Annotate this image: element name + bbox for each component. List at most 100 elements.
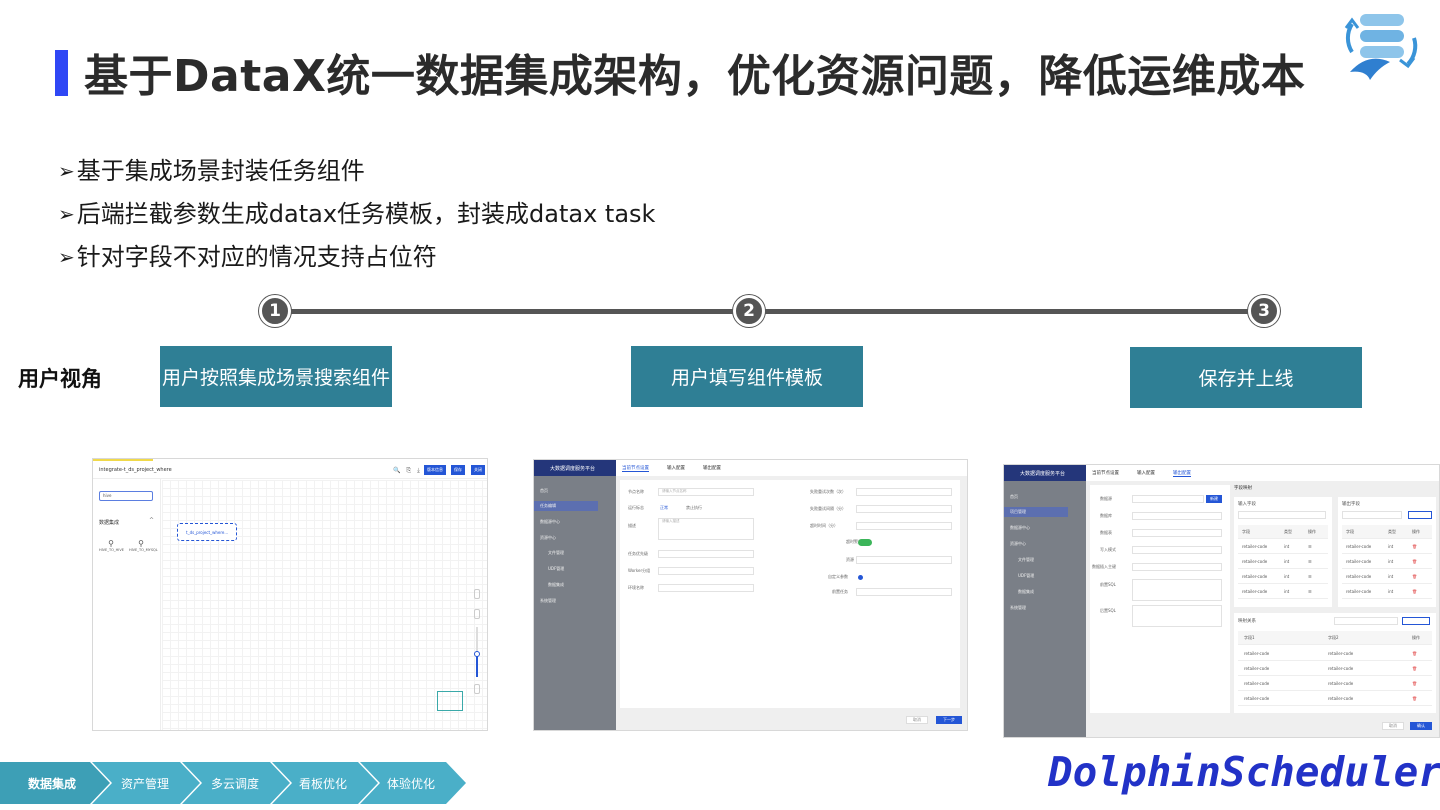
delete-icon[interactable]: 🗑 [1412, 651, 1417, 656]
component-hive-to-hive[interactable]: ⚲ HIVE_TO_HIVE [99, 539, 124, 552]
tab-input-config[interactable]: 输入配置 [1137, 470, 1155, 476]
delete-icon[interactable]: 🗑 [1412, 574, 1417, 579]
table-row[interactable]: retailer-code int 🗑 [1342, 540, 1432, 554]
timeout-warning-toggle[interactable] [858, 539, 872, 546]
worker-group-select[interactable] [658, 567, 754, 575]
new-datasource-button[interactable]: 新建 [1206, 495, 1222, 503]
drag-handle-icon[interactable]: ☰ [1308, 559, 1312, 564]
next-button[interactable]: 下一步 [936, 716, 962, 724]
nav-item-experience[interactable]: 体验优化 [368, 762, 454, 804]
sidebar-item[interactable]: UDF管理 [1018, 572, 1034, 580]
sidebar-item[interactable]: 系统管理 [540, 597, 556, 605]
mapping-mode-select[interactable] [1402, 617, 1430, 625]
zoom-reset-button[interactable] [474, 609, 480, 619]
nav-item-multi-cloud[interactable]: 多云调度 [192, 762, 278, 804]
component-icon: ⚲ [138, 539, 144, 548]
table-row[interactable]: retailer-code retailer-code 🗑 [1238, 662, 1432, 676]
close-button[interactable]: 关闭 [471, 465, 485, 475]
table-row[interactable]: retailer-code int ☰ [1238, 570, 1328, 584]
search-input[interactable]: hive [99, 491, 153, 501]
minimap[interactable] [437, 691, 463, 711]
priority-select[interactable] [658, 550, 754, 558]
datasource-select[interactable] [1132, 495, 1204, 503]
table-select[interactable] [1132, 529, 1222, 537]
user-view-label: 用户视角 [18, 367, 102, 391]
nav-item-asset-management[interactable]: 资产管理 [102, 762, 188, 804]
delete-icon[interactable]: 🗑 [1412, 696, 1417, 701]
tab-input-config[interactable]: 输入配置 [667, 465, 685, 471]
confirm-button[interactable]: 确认 [1410, 722, 1432, 730]
sidebar-item[interactable]: 数据集成 [548, 581, 564, 589]
zoom-slider[interactable] [474, 627, 480, 677]
workflow-node[interactable]: t_ds_project_where... [177, 523, 237, 541]
run-option-forbid[interactable]: 禁止执行 [686, 504, 702, 512]
sidebar-item[interactable]: 资源中心 [540, 534, 556, 542]
database-select[interactable] [1132, 512, 1222, 520]
form-label: 数据表 [1100, 530, 1112, 535]
sidebar-item[interactable]: 首页 [540, 487, 548, 495]
zoom-out-button[interactable] [474, 684, 480, 694]
sidebar-item[interactable]: 项目管理 [1010, 508, 1026, 516]
drag-handle-icon[interactable]: ☰ [1308, 544, 1312, 549]
table-row[interactable]: retailer-code int ☰ [1238, 585, 1328, 599]
sidebar-item[interactable]: 数据源中心 [1010, 524, 1030, 532]
nav-item-data-integration[interactable]: 数据集成 [10, 762, 94, 804]
retry-interval-input[interactable] [856, 505, 952, 513]
post-sql-input[interactable] [1132, 605, 1222, 627]
table-row[interactable]: retailer-code retailer-code 🗑 [1238, 692, 1432, 706]
drag-handle-icon[interactable]: ☰ [1308, 574, 1312, 579]
sidebar-item[interactable]: 文件管理 [1018, 556, 1034, 564]
table-row[interactable]: retailer-code int 🗑 [1342, 570, 1432, 584]
version-button[interactable]: 版本信息 [424, 465, 446, 475]
node-name-input[interactable]: 请输入节点名称 [658, 488, 754, 496]
primary-key-input[interactable] [1132, 563, 1222, 571]
tab-node-settings[interactable]: 当前节点设置 [1092, 470, 1119, 476]
field-manage-button[interactable] [1408, 511, 1432, 519]
environment-select[interactable] [658, 584, 754, 592]
delete-icon[interactable]: 🗑 [1412, 559, 1417, 564]
pre-task-select[interactable] [856, 588, 952, 596]
table-row[interactable]: retailer-code int 🗑 [1342, 555, 1432, 569]
zoom-in-button[interactable] [474, 589, 480, 599]
add-param-icon[interactable] [858, 575, 863, 580]
table-row[interactable]: retailer-code retailer-code 🗑 [1238, 677, 1432, 691]
table-row[interactable]: retailer-code int ☰ [1238, 540, 1328, 554]
save-button[interactable]: 保存 [451, 465, 465, 475]
table-row[interactable]: retailer-code int ☰ [1238, 555, 1328, 569]
sidebar-item[interactable]: 资源中心 [1010, 540, 1026, 548]
table-row[interactable]: retailer-code retailer-code 🗑 [1238, 647, 1432, 661]
page-title: 基于DataX统一数据集成架构，优化资源问题，降低运维成本 [84, 51, 1306, 102]
tab-output-config[interactable]: 输出配置 [703, 465, 721, 471]
retry-times-input[interactable] [856, 488, 952, 496]
description-input[interactable]: 请输入描述 [658, 518, 754, 540]
cancel-button[interactable]: 取消 [906, 716, 928, 724]
pre-sql-input[interactable] [1132, 579, 1222, 601]
timeout-input[interactable] [856, 522, 952, 530]
tab-node-settings[interactable]: 当前节点设置 [622, 465, 649, 472]
write-mode-select[interactable] [1132, 546, 1222, 554]
search-input[interactable] [1238, 511, 1326, 519]
delete-icon[interactable]: 🗑 [1412, 681, 1417, 686]
delete-icon[interactable]: 🗑 [1412, 589, 1417, 594]
sidebar-item[interactable]: 首页 [1010, 493, 1018, 501]
sidebar-item[interactable]: UDF管理 [548, 565, 564, 573]
component-hive-to-mysql[interactable]: ⚲ HIVE_TO_MYSQL [129, 539, 158, 552]
resource-select[interactable] [856, 556, 952, 564]
cancel-button[interactable]: 取消 [1382, 722, 1404, 730]
run-option-normal[interactable]: 正常 [660, 504, 668, 512]
search-input[interactable] [1334, 617, 1398, 625]
delete-icon[interactable]: 🗑 [1412, 666, 1417, 671]
chevron-up-icon[interactable]: ^ [149, 517, 154, 524]
sidebar-item[interactable]: 文件管理 [548, 549, 564, 557]
sidebar-item[interactable]: 数据集成 [1018, 588, 1034, 596]
delete-icon[interactable]: 🗑 [1412, 544, 1417, 549]
form-label: 任务优先级 [628, 551, 648, 556]
drag-handle-icon[interactable]: ☰ [1308, 589, 1312, 594]
tab-output-config[interactable]: 输出配置 [1173, 470, 1191, 477]
search-input[interactable] [1342, 511, 1402, 519]
sidebar-item[interactable]: 数据源中心 [540, 518, 560, 526]
sidebar-item[interactable]: 任务编辑 [540, 502, 556, 510]
table-row[interactable]: retailer-code int 🗑 [1342, 585, 1432, 599]
nav-item-dashboard[interactable]: 看板优化 [280, 762, 366, 804]
sidebar-item[interactable]: 系统管理 [1010, 604, 1026, 612]
